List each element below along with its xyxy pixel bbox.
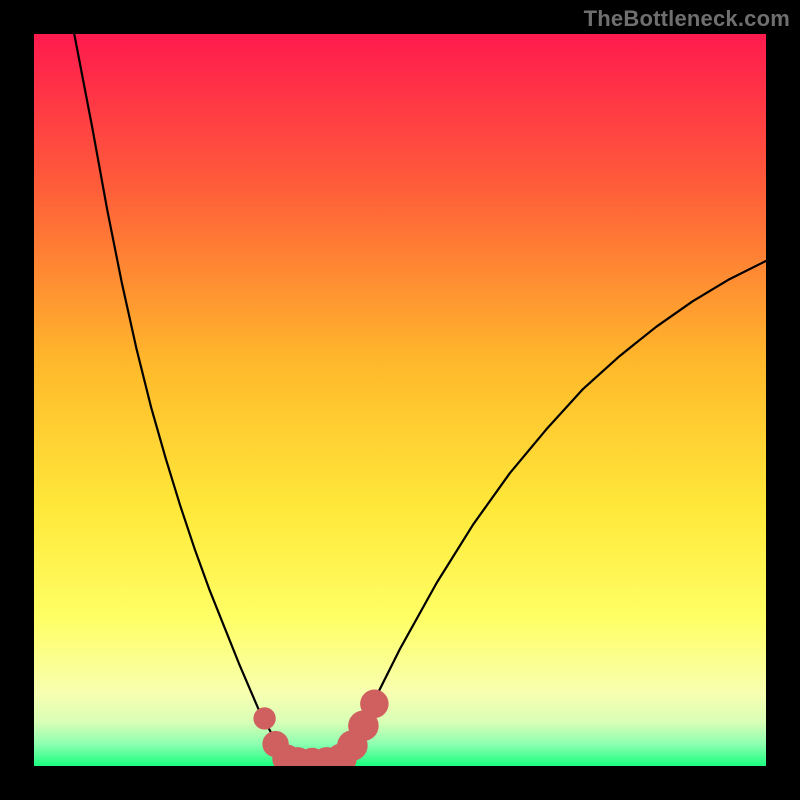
- outer-frame: TheBottleneck.com: [0, 0, 800, 800]
- plot-area: [34, 34, 766, 766]
- trough-marker: [360, 690, 389, 719]
- gradient-background: [34, 34, 766, 766]
- plot-svg: [34, 34, 766, 766]
- trough-marker: [253, 707, 275, 729]
- watermark-text: TheBottleneck.com: [584, 6, 790, 32]
